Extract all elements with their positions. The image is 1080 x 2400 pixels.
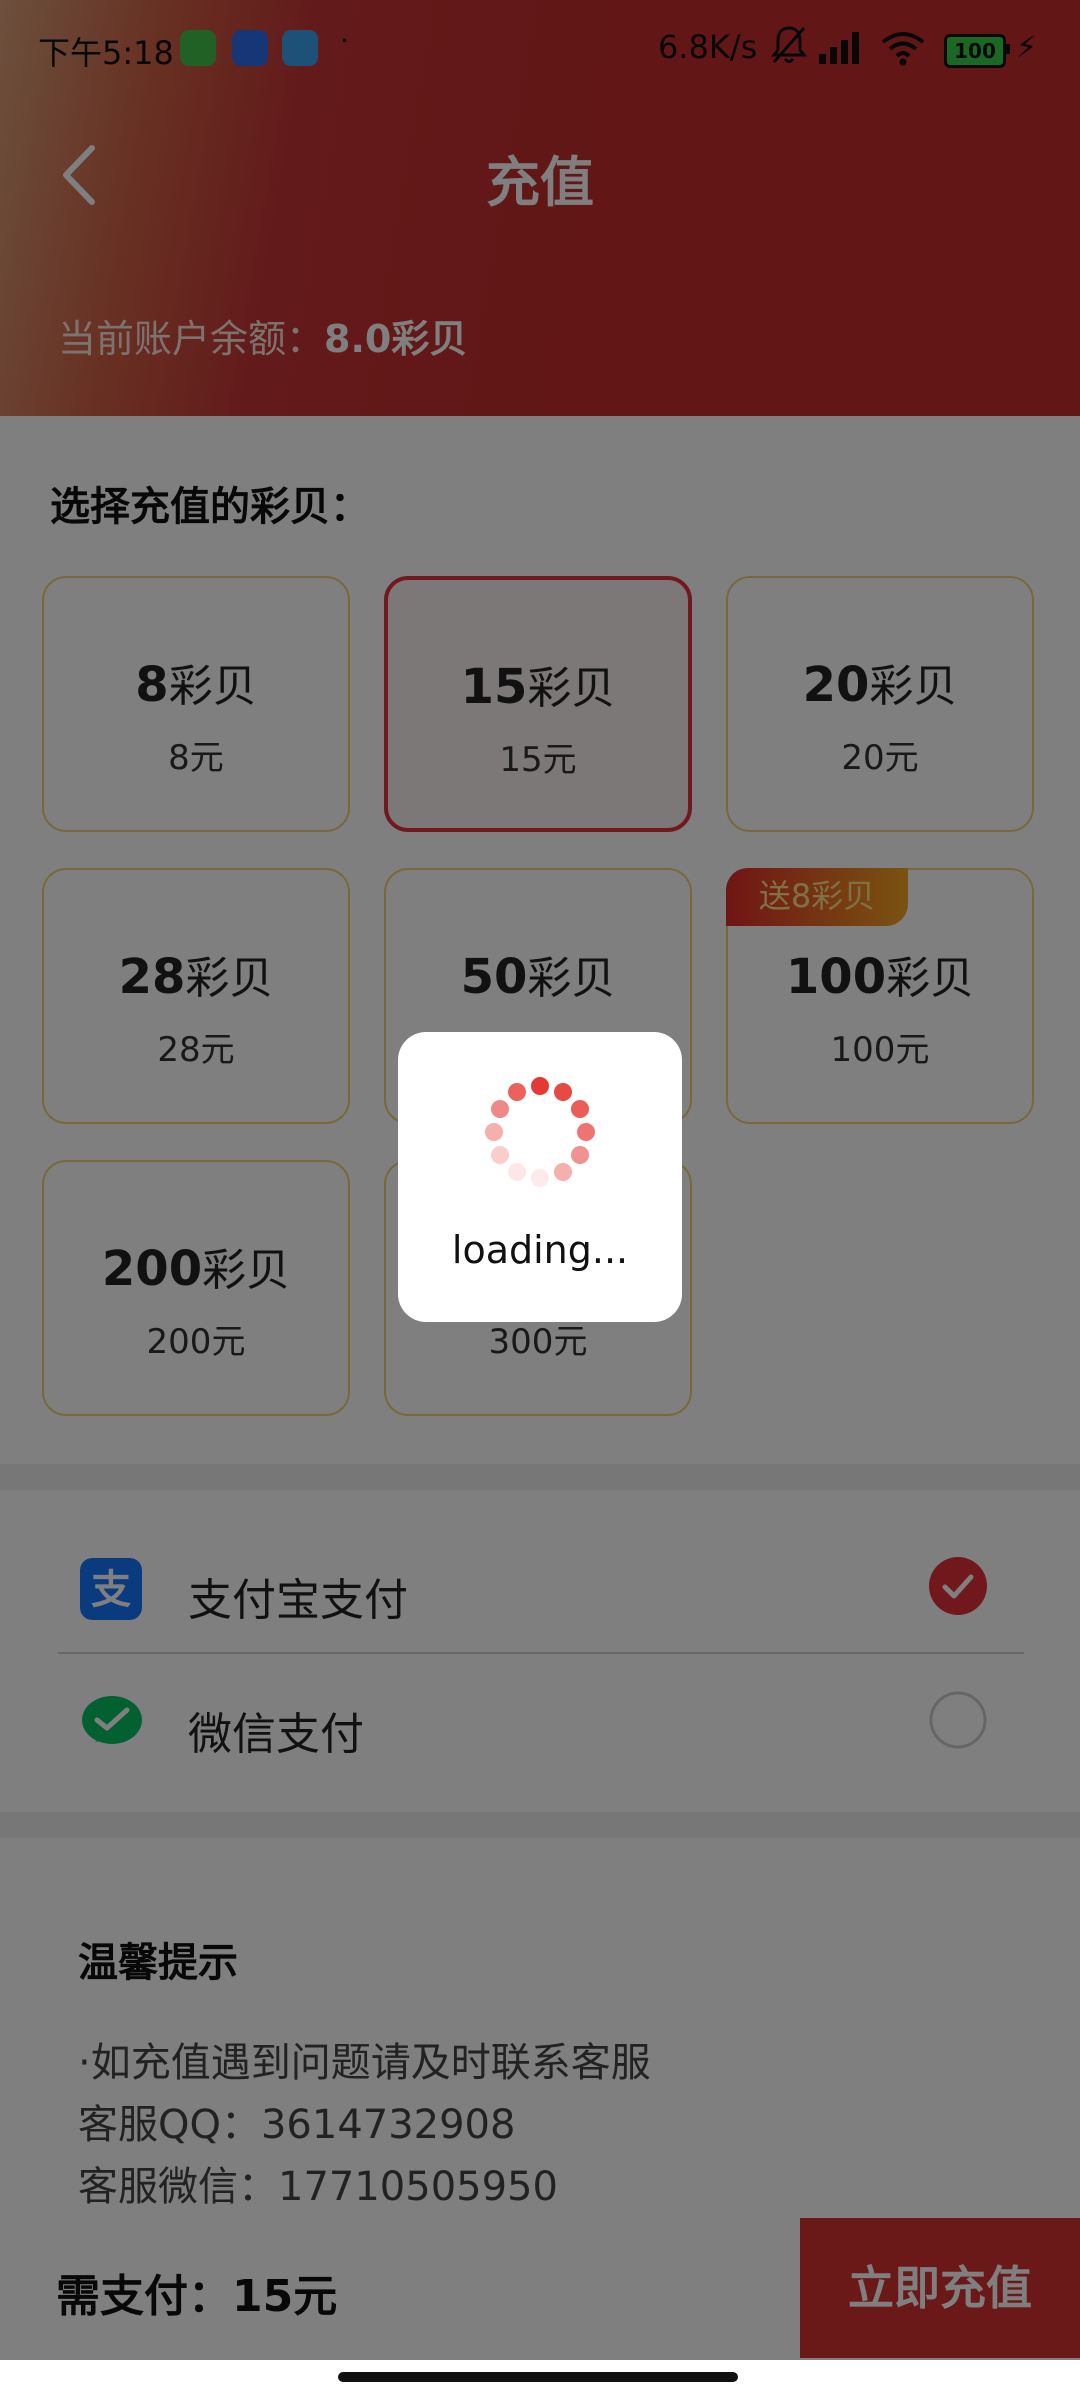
loading-spinner-icon (485, 1077, 595, 1187)
loading-dialog: loading... (398, 1032, 682, 1322)
loading-text: loading... (451, 1228, 629, 1272)
home-indicator[interactable] (338, 2372, 738, 2382)
